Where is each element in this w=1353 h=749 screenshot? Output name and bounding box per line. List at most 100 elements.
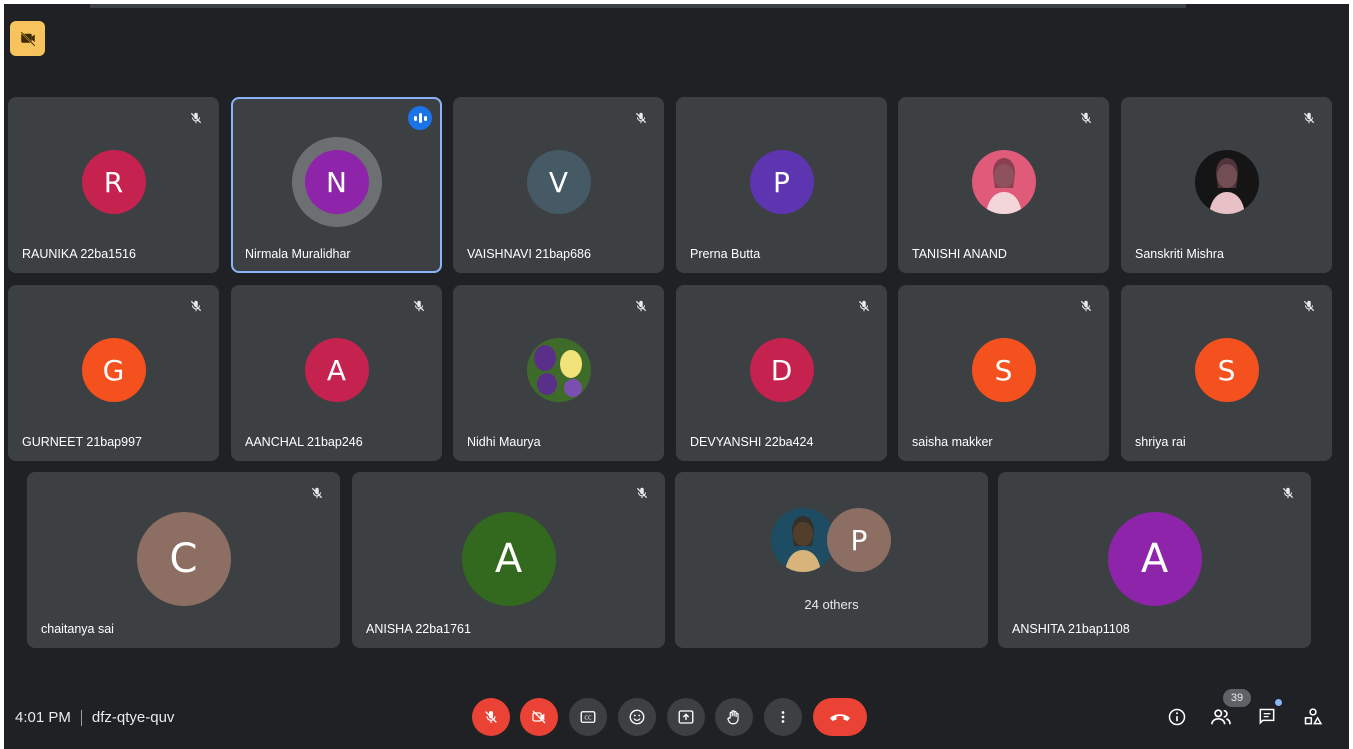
participant-tile[interactable]: G GURNEET 21bap997 [8,285,219,461]
mic-muted-indicator [306,482,328,504]
participant-tile[interactable]: A ANSHITA 21bap1108 [998,472,1311,648]
participant-tile[interactable]: TANISHI ANAND [898,97,1109,273]
self-view-badge[interactable] [10,21,45,56]
mic-off-icon [1303,300,1315,312]
participant-tile[interactable]: Ssaisha makker [898,285,1109,461]
participant-tile[interactable]: Cchaitanya sai [27,472,340,648]
mic-muted-indicator [630,107,652,129]
more-options-button[interactable] [764,698,802,736]
videocam-off-icon [532,710,546,724]
mic-muted-indicator [1075,107,1097,129]
current-time: 4:01 PM [15,709,71,726]
participant-name: chaitanya sai [41,622,114,636]
participant-name: shriya rai [1135,435,1186,449]
call-end-icon [830,714,850,721]
closed-captions-icon: CC [580,711,596,723]
chat-icon [1259,708,1275,725]
people-icon [1211,709,1231,725]
participant-tile[interactable]: Sanskriti Mishra [1121,97,1332,273]
participant-name: VAISHNAVI 21bap686 [467,247,591,261]
participant-tile[interactable]: Sshriya rai [1121,285,1332,461]
participant-name: AANCHAL 21bap246 [245,435,363,449]
activities-icon [1304,708,1323,725]
avatar-photo [1194,150,1259,214]
participant-name: Nidhi Maurya [467,435,541,449]
participant-name: ANSHITA 21bap1108 [1012,622,1130,636]
mic-off-icon [1080,300,1092,312]
mic-off-icon [858,300,870,312]
top-divider [90,4,1186,8]
mic-muted-indicator [408,295,430,317]
participant-name: RAUNIKA 22ba1516 [22,247,136,261]
participant-tile[interactable]: P Prerna Butta [676,97,887,273]
avatar-initial: G [102,353,125,387]
present-screen-icon [678,710,694,724]
participant-tile[interactable]: V VAISHNAVI 21bap686 [453,97,664,273]
others-tile[interactable]: P 24 others [675,472,988,648]
captions-button[interactable]: CC [569,698,607,736]
participant-tile[interactable]: N Nirmala Muralidhar [231,97,442,273]
avatar-photo [771,508,835,572]
participant-tile[interactable]: R RAUNIKA 22ba1516 [8,97,219,273]
avatar: S [1194,338,1259,402]
avatar: V [526,150,591,214]
avatar-initial: S [1217,353,1236,387]
reactions-button[interactable] [618,698,656,736]
emoji-icon [629,709,645,725]
mic-muted-indicator [630,295,652,317]
leave-call-button[interactable] [813,698,867,736]
participant-name: DEVYANSHI 22ba424 [690,435,814,449]
mic-off-icon [636,487,648,499]
avatar: A [461,512,556,606]
mic-off-icon [190,112,202,124]
avatar: G [81,338,146,402]
avatar-initial: V [548,165,569,199]
meeting-info-button[interactable] [1164,704,1190,730]
more-vert-icon [781,711,785,723]
mic-off-button[interactable] [472,698,510,736]
avatar-initial: P [850,523,868,557]
avatar: P [749,150,814,214]
divider [80,709,82,726]
present-button[interactable] [667,698,705,736]
participant-tile[interactable]: A AANCHAL 21bap246 [231,285,442,461]
participant-name: TANISHI ANAND [912,247,1007,261]
mic-off-icon [635,112,647,124]
mic-off-icon [1303,112,1315,124]
avatar-initial: P [773,165,790,199]
participant-tile[interactable]: Nidhi Maurya [453,285,664,461]
participant-name: Sanskriti Mishra [1135,247,1224,261]
avatar: A [304,338,369,402]
mic-muted-indicator [631,482,653,504]
participant-name: GURNEET 21bap997 [22,435,142,449]
avatar-initial: D [770,353,793,387]
participant-name: Nirmala Muralidhar [245,247,351,261]
avatar-initial: R [103,165,124,199]
avatar: N [304,150,369,214]
participant-tile[interactable]: A ANISHA 22ba1761 [352,472,665,648]
avatar-photo [526,338,591,402]
raise-hand-button[interactable] [715,698,753,736]
avatar-initial: A [494,536,523,582]
mic-off-icon [1080,112,1092,124]
mic-muted-indicator [1298,107,1320,129]
avatar-initial: A [326,353,347,387]
participant-name: Prerna Butta [690,247,761,261]
mic-off-icon [311,487,323,499]
bottom-bar: 4:01 PM dfz-qtye-quv CC [4,689,1349,745]
activities-button[interactable] [1300,704,1326,730]
participant-tile[interactable]: D DEVYANSHI 22ba424 [676,285,887,461]
participant-name: saisha makker [912,435,993,449]
avatar-photo [971,150,1036,214]
participant-name: ANISHA 22ba1761 [366,622,471,636]
mic-muted-indicator [1298,295,1320,317]
meet-window: R RAUNIKA 22ba1516 N Nirmala Muralidhar V VAI… [4,4,1349,749]
svg-text:CC: CC [584,716,592,722]
chat-button[interactable] [1254,704,1280,730]
avatar: A [1107,512,1202,606]
hide-self-view-icon [20,31,35,46]
camera-off-button[interactable] [520,698,558,736]
people-button[interactable] [1208,704,1234,730]
avatar-initial: S [994,353,1013,387]
others-count-label: 24 others [804,597,859,612]
